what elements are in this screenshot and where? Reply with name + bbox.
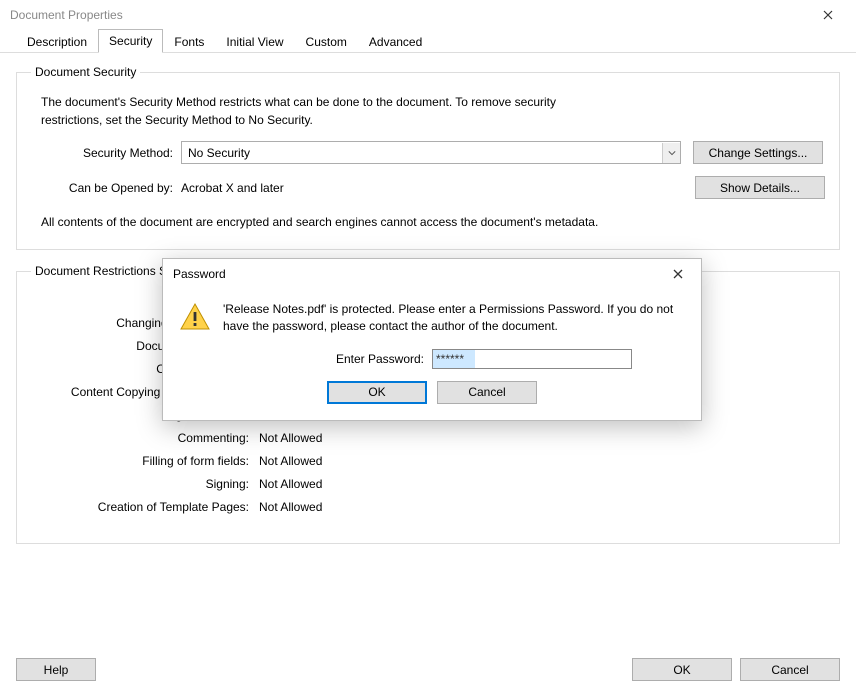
password-dialog-message: 'Release Notes.pdf' is protected. Please… <box>223 301 685 335</box>
restriction-value: Not Allowed <box>259 500 322 514</box>
restriction-row: Signing: Not Allowed <box>31 477 825 491</box>
password-dialog-body: 'Release Notes.pdf' is protected. Please… <box>163 289 701 420</box>
tab-custom[interactable]: Custom <box>295 30 358 53</box>
security-method-value: No Security <box>188 146 250 160</box>
tab-advanced[interactable]: Advanced <box>358 30 433 53</box>
enter-password-label: Enter Password: <box>232 352 432 366</box>
document-security-description: The document's Security Method restricts… <box>41 93 561 129</box>
window-close-button[interactable] <box>808 2 848 28</box>
restriction-value: Not Allowed <box>259 477 322 491</box>
window-title: Document Properties <box>10 8 123 22</box>
tab-strip: Description Security Fonts Initial View … <box>0 30 856 53</box>
chevron-down-icon <box>662 143 680 163</box>
show-details-button[interactable]: Show Details... <box>695 176 825 199</box>
password-dialog-close-button[interactable] <box>663 269 693 279</box>
password-cancel-button[interactable]: Cancel <box>437 381 537 404</box>
password-dialog-titlebar: Password <box>163 259 701 289</box>
document-security-group: Document Security The document's Securit… <box>16 65 840 250</box>
cancel-button[interactable]: Cancel <box>740 658 840 681</box>
restriction-value: Not Allowed <box>259 431 322 445</box>
ok-button[interactable]: OK <box>632 658 732 681</box>
change-settings-button[interactable]: Change Settings... <box>693 141 823 164</box>
password-dialog-title: Password <box>173 267 226 281</box>
restriction-row: Commenting: Not Allowed <box>31 431 825 445</box>
open-by-value: Acrobat X and later <box>181 181 284 195</box>
password-ok-button[interactable]: OK <box>327 381 427 404</box>
restriction-row: Filling of form fields: Not Allowed <box>31 454 825 468</box>
close-icon <box>673 269 683 279</box>
password-dialog: Password 'Release Notes.pdf' is protecte… <box>162 258 702 421</box>
dialog-footer: Help OK Cancel <box>16 658 840 681</box>
restriction-label: Creation of Template Pages: <box>31 500 259 514</box>
security-method-label: Security Method: <box>31 146 181 160</box>
restriction-row: Creation of Template Pages: Not Allowed <box>31 500 825 514</box>
security-method-row: Security Method: No Security Change Sett… <box>31 141 825 164</box>
tab-fonts[interactable]: Fonts <box>163 30 215 53</box>
tab-security[interactable]: Security <box>98 29 163 53</box>
tab-description[interactable]: Description <box>16 30 98 53</box>
encryption-note: All contents of the document are encrypt… <box>41 213 601 231</box>
tab-initial-view[interactable]: Initial View <box>215 30 294 53</box>
open-by-row: Can be Opened by: Acrobat X and later Sh… <box>31 176 825 199</box>
restriction-value: Not Allowed <box>259 454 322 468</box>
security-method-select[interactable]: No Security <box>181 141 681 164</box>
restriction-label: Signing: <box>31 477 259 491</box>
warning-icon <box>179 301 211 333</box>
password-input[interactable] <box>432 349 632 369</box>
open-by-label: Can be Opened by: <box>31 181 181 195</box>
help-button[interactable]: Help <box>16 658 96 681</box>
restriction-label: Commenting: <box>31 431 259 445</box>
close-icon <box>823 10 833 20</box>
window-titlebar: Document Properties <box>0 0 856 30</box>
restriction-label: Filling of form fields: <box>31 454 259 468</box>
document-security-legend: Document Security <box>31 65 140 79</box>
